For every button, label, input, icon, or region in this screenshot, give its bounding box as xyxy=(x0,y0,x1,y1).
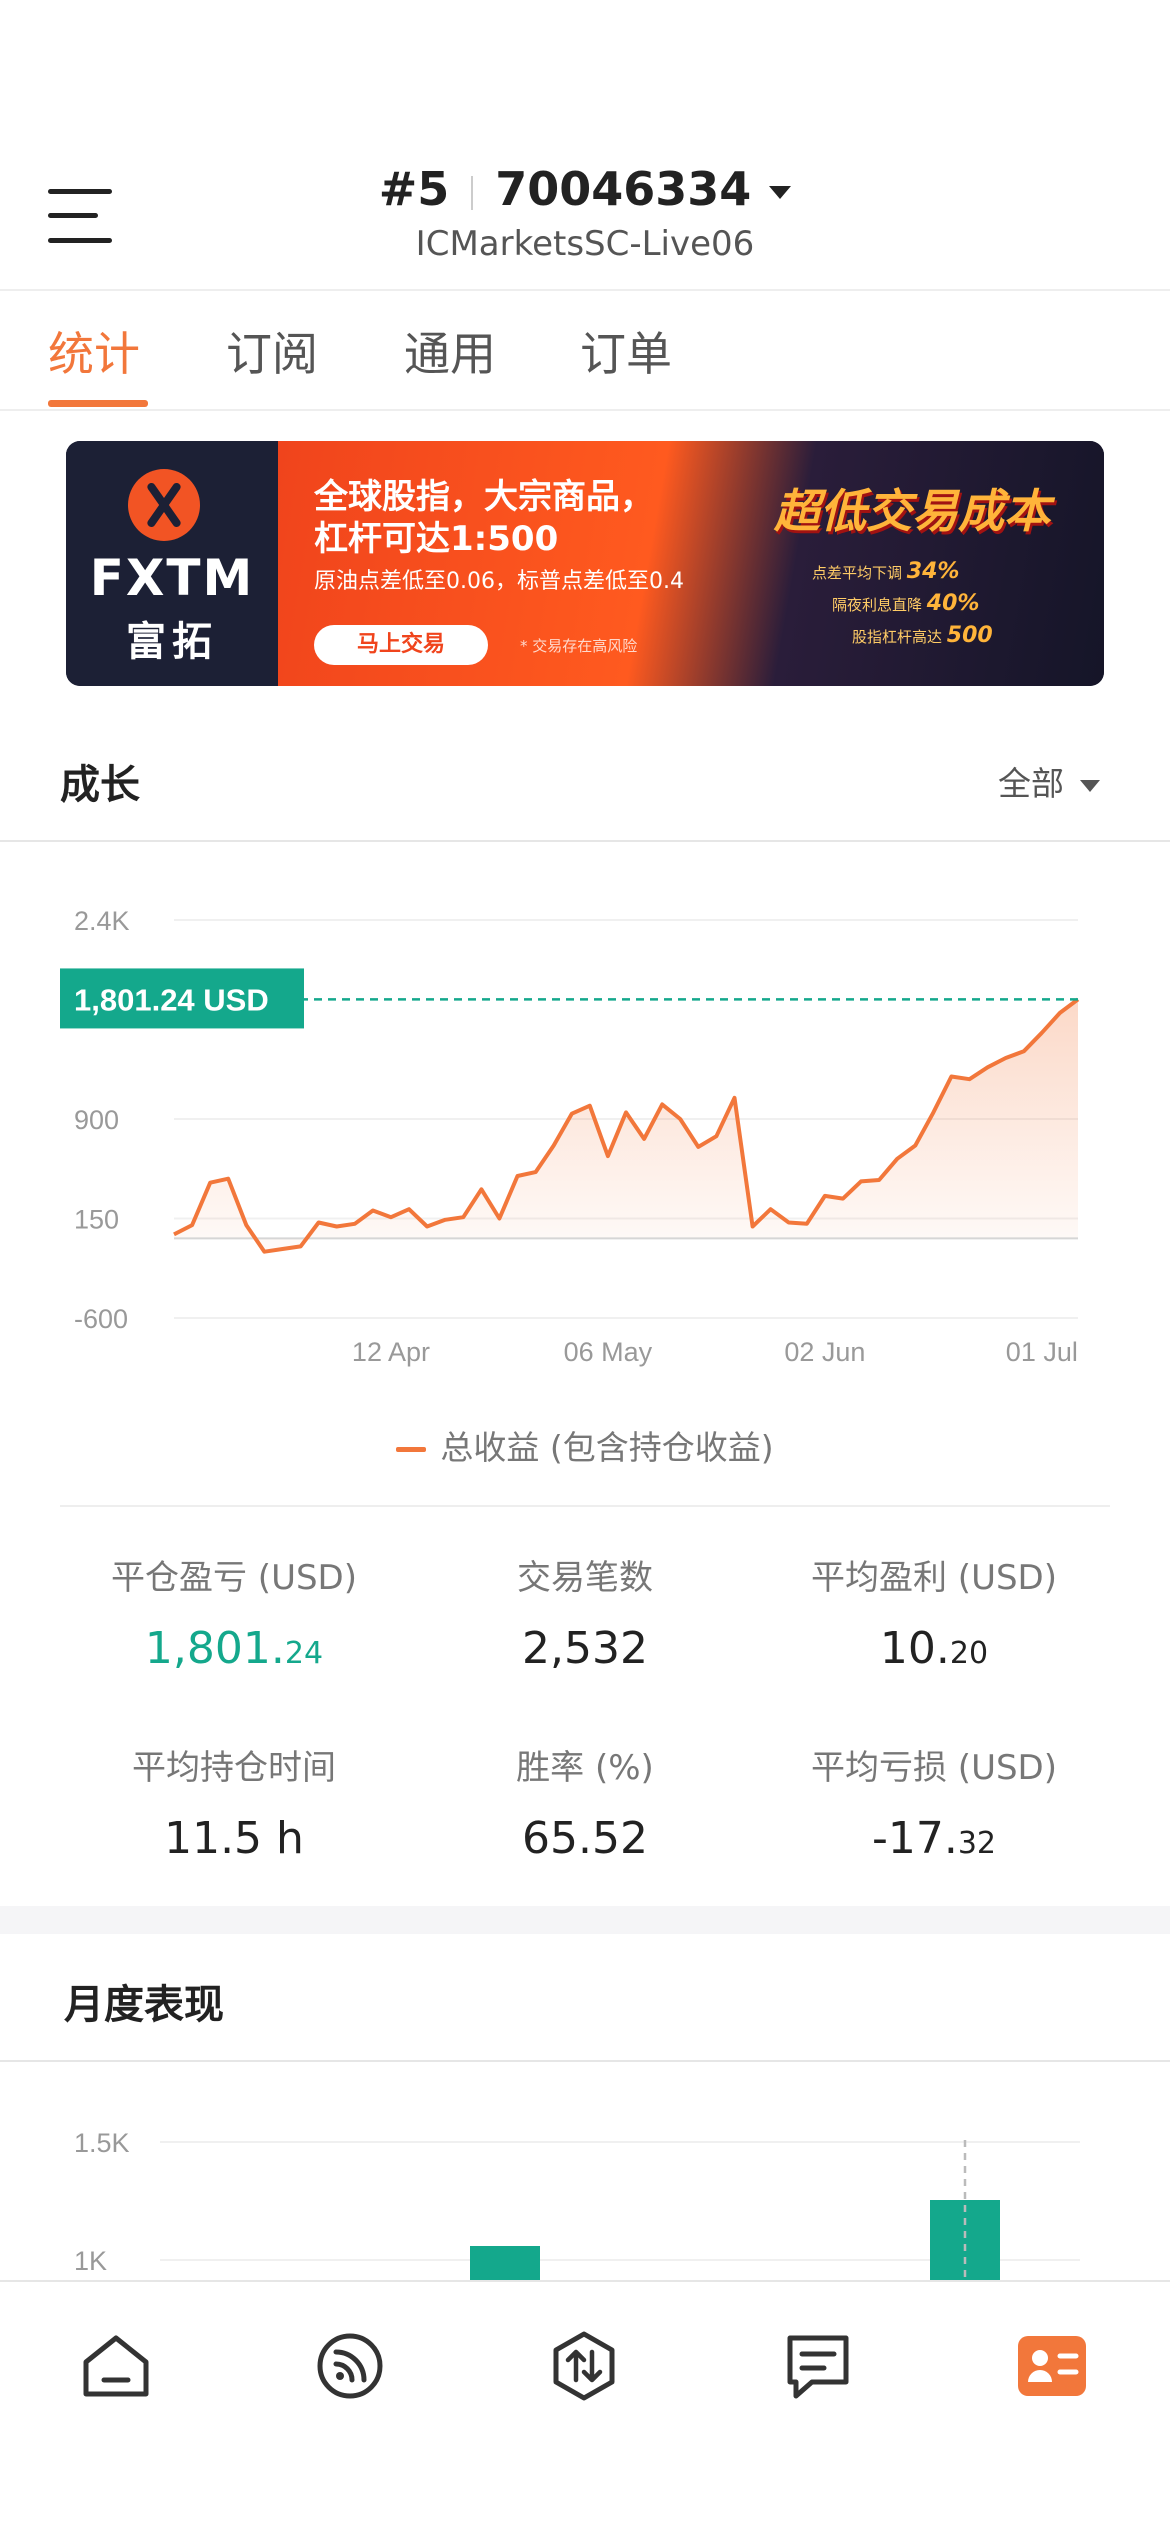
growth-area xyxy=(174,999,1078,1252)
tabs-divider xyxy=(0,409,1170,411)
range-selector[interactable]: 全部 xyxy=(998,757,1100,805)
y-tick-label: 150 xyxy=(74,1205,119,1235)
promo-subline: 原油点差低至0.06，标普点差低至0.4 xyxy=(314,569,684,594)
y-tick-label: -600 xyxy=(74,1304,128,1334)
current-value-label: 1,801.24 USD xyxy=(74,982,269,1017)
tab-active-indicator xyxy=(48,400,148,407)
stat-value: 10.20 xyxy=(879,1623,989,1674)
brand-name: FXTM xyxy=(89,549,255,607)
stat-label: 平均持仓时间 xyxy=(132,1748,336,1788)
promo-line-1: 点差平均下调 34% xyxy=(812,559,960,584)
stat-value: 2,532 xyxy=(522,1623,648,1674)
tab-statistics[interactable]: 统计 xyxy=(48,318,140,384)
trade-icon[interactable] xyxy=(548,2330,620,2402)
x-tick-label: 02 Jun xyxy=(784,1337,865,1367)
monthly-chart: 1.5K 1K xyxy=(74,2128,1080,2280)
stat-closed-pl: 平仓盈亏 (USD) 1,801.24 xyxy=(54,1550,414,1674)
stat-label: 平均亏损 (USD) xyxy=(811,1748,1057,1788)
account-server: ICMarketsSC-Live06 xyxy=(415,224,755,264)
stat-value: 1,801.24 xyxy=(144,1623,324,1674)
growth-chart: 2.4K 900 150 -600 12 Apr 06 May 02 Jun 01 Jul 1… xyxy=(60,906,1080,1367)
stat-label: 平均盈利 (USD) xyxy=(811,1558,1057,1598)
signals-icon[interactable] xyxy=(314,2330,386,2402)
tab-subscribe[interactable]: 订阅 xyxy=(226,318,318,384)
trade-now-button[interactable]: 马上交易 xyxy=(314,625,488,665)
legend-swatch xyxy=(396,1447,427,1452)
brand-sub: 富拓 xyxy=(126,619,218,665)
profile-card-icon[interactable] xyxy=(1016,2330,1088,2402)
stat-label: 平仓盈亏 (USD) xyxy=(111,1558,357,1598)
x-tick-label: 06 May xyxy=(564,1337,653,1367)
range-label: 全部 xyxy=(998,764,1064,803)
account-selector[interactable]: #5 70046334 xyxy=(0,162,1170,216)
chevron-down-icon xyxy=(1080,779,1100,792)
bottom-nav xyxy=(0,2280,1170,2534)
monthly-divider xyxy=(0,2060,1170,2062)
growth-divider xyxy=(0,840,1170,842)
stat-value: -17.32 xyxy=(871,1813,997,1864)
y-tick-label: 2.4K xyxy=(74,906,130,936)
monthly-bar xyxy=(470,2246,540,2280)
fxtm-logo-icon xyxy=(128,469,200,541)
section-separator xyxy=(0,1906,1170,1934)
banner-promo-panel: 全球股指，大宗商品， 杠杆可达1:500 原油点差低至0.06，标普点差低至0.… xyxy=(278,441,1104,686)
tab-orders[interactable]: 订单 xyxy=(580,318,672,384)
stat-avg-profit: 平均盈利 (USD) 10.20 xyxy=(754,1550,1114,1674)
y-tick-label: 1.5K xyxy=(74,2128,130,2158)
stat-label: 交易笔数 xyxy=(517,1558,653,1598)
monthly-title: 月度表现 xyxy=(64,1982,224,2028)
stat-value: 11.5 h xyxy=(164,1813,304,1864)
promo-headline-2: 杠杆可达1:500 xyxy=(314,519,559,559)
stat-label: 胜率 (%) xyxy=(516,1748,654,1788)
header-divider xyxy=(0,289,1170,291)
promo-line-2: 隔夜利息直降 40% xyxy=(832,591,980,616)
growth-title: 成长 xyxy=(60,762,140,808)
banner-brand-panel: FXTM 富拓 xyxy=(66,441,278,686)
messages-icon[interactable] xyxy=(782,2330,854,2402)
legend-label: 总收益 (包含持仓收益) xyxy=(440,1428,774,1467)
stat-value: 65.52 xyxy=(522,1813,648,1864)
home-icon[interactable] xyxy=(80,2330,152,2402)
chart-legend: 总收益 (包含持仓收益) xyxy=(0,1421,1170,1469)
legend-divider xyxy=(60,1505,1110,1507)
chevron-down-icon xyxy=(769,186,792,199)
stat-avg-hold: 平均持仓时间 11.5 h xyxy=(54,1740,414,1864)
risk-note: * 交易存在高风险 xyxy=(520,637,638,655)
promo-line-3: 股指杠杆高达 500 xyxy=(852,623,993,648)
account-index: #5 xyxy=(378,162,450,216)
promo-slogan: 超低交易成本 xyxy=(774,484,1050,538)
x-tick-label: 01 Jul xyxy=(1006,1337,1078,1367)
x-tick-label: 12 Apr xyxy=(352,1337,430,1367)
promo-banner[interactable]: FXTM 富拓 全球股指，大宗商品， 杠杆可达1:500 原油点差低至0.06，… xyxy=(66,441,1104,686)
account-number: 70046334 xyxy=(495,162,752,216)
stat-avg-loss: 平均亏损 (USD) -17.32 xyxy=(754,1740,1114,1864)
y-tick-label: 900 xyxy=(74,1105,119,1135)
tab-general[interactable]: 通用 xyxy=(404,318,496,384)
y-tick-label: 1K xyxy=(74,2246,107,2276)
stat-trades: 交易笔数 2,532 xyxy=(405,1550,765,1674)
stat-win-rate: 胜率 (%) 65.52 xyxy=(405,1740,765,1864)
